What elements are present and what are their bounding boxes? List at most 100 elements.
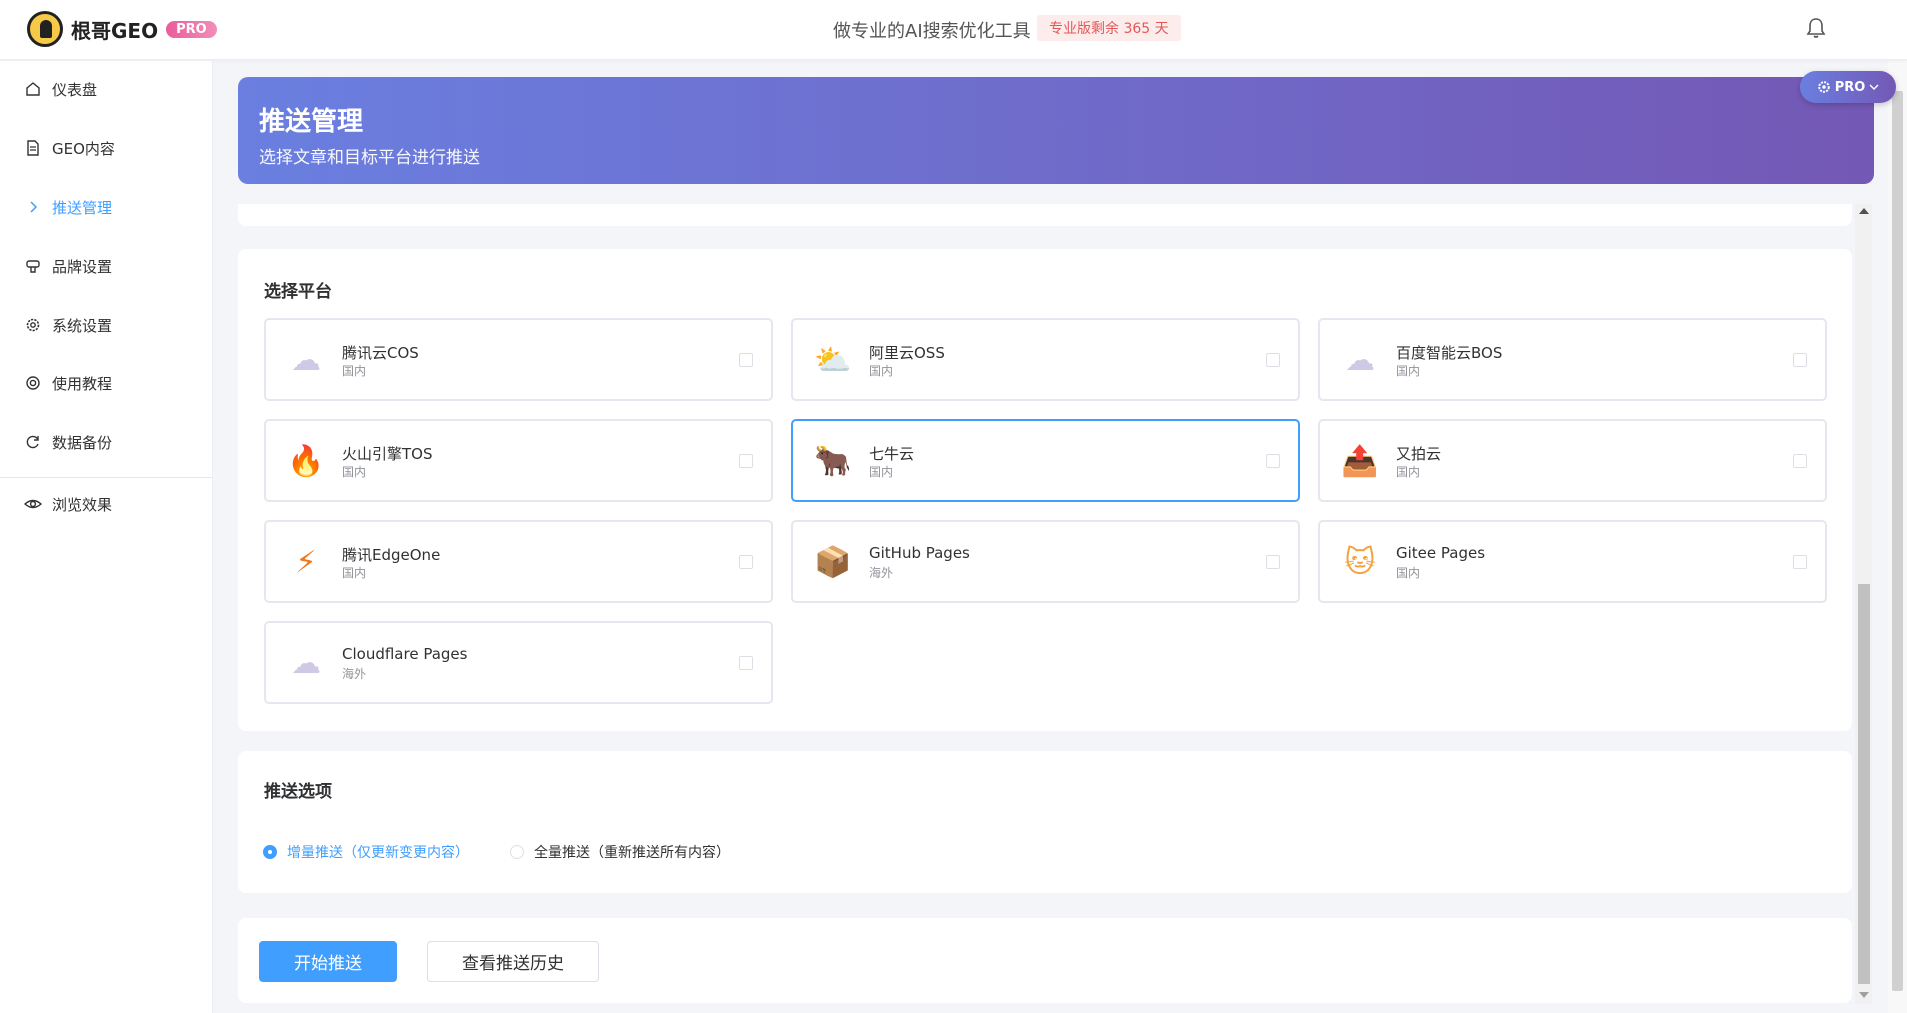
ox-icon: 🐂: [814, 443, 852, 479]
platform-region: 国内: [342, 566, 367, 580]
cloud-icon: ☁: [291, 342, 321, 378]
incremental-push-label: 增量推送（仅更新变更内容）: [287, 845, 469, 861]
platform-option[interactable]: ⛅ 阿里云OSS 国内: [791, 318, 1300, 401]
logo[interactable]: 根哥GEO PRO: [27, 11, 217, 47]
app-name: 根哥GEO: [71, 18, 159, 43]
sidebar-item-browse-effect[interactable]: 浏览效果: [0, 484, 212, 524]
scroll-up-arrow-icon[interactable]: [1859, 208, 1869, 214]
platform-name: 又拍云: [1396, 445, 1442, 463]
platform-option[interactable]: 📦 GitHub Pages 海外: [791, 520, 1300, 603]
platform-checkbox[interactable]: [1793, 555, 1807, 569]
platform-option[interactable]: ☁ Cloudflare Pages 海外: [264, 621, 773, 704]
sidebar-item-label: 仪表盘: [52, 80, 98, 99]
gear-icon: [24, 316, 42, 334]
refresh-icon: [24, 433, 42, 451]
chevron-down-icon: [1869, 84, 1879, 90]
cat-icon: 🐱: [1344, 544, 1376, 580]
platform-checkbox[interactable]: [1266, 555, 1280, 569]
logo-icon: [27, 11, 63, 47]
sidebar-item-geo-content[interactable]: GEO内容: [0, 128, 212, 168]
full-push-label: 全量推送（重新推送所有内容）: [534, 845, 730, 861]
platform-name: Gitee Pages: [1396, 544, 1486, 562]
platform-region: 国内: [1396, 364, 1421, 378]
push-history-button[interactable]: 查看推送历史: [427, 941, 599, 982]
full-push-radio[interactable]: 全量推送（重新推送所有内容）: [510, 842, 730, 862]
sidebar-item-label: 品牌设置: [52, 257, 113, 276]
help-ring-icon: [24, 374, 42, 392]
page-scrollbar[interactable]: [1888, 61, 1907, 1013]
document-icon: [24, 139, 42, 157]
incremental-push-radio[interactable]: 增量推送（仅更新变更内容）: [263, 842, 469, 862]
sidebar-item-label: GEO内容: [52, 139, 115, 158]
platform-name: Cloudflare Pages: [342, 645, 468, 663]
platform-option[interactable]: ⚡ 腾讯EdgeOne 国内: [264, 520, 773, 603]
brand-icon: [24, 257, 42, 275]
platform-checkbox[interactable]: [739, 656, 753, 670]
platform-region: 国内: [869, 364, 894, 378]
platform-option[interactable]: 🐱 Gitee Pages 国内: [1318, 520, 1827, 603]
package-icon: 📦: [814, 544, 852, 580]
sidebar-item-tutorial[interactable]: 使用教程: [0, 363, 212, 403]
fire-icon: 🔥: [287, 443, 325, 479]
sidebar-item-label: 推送管理: [52, 198, 113, 217]
platform-name: 腾讯云COS: [342, 344, 419, 362]
platform-option[interactable]: 🐂 七牛云 国内: [791, 419, 1300, 502]
platform-region: 国内: [869, 465, 894, 479]
platform-region: 国内: [342, 364, 367, 378]
platform-name: 百度智能云BOS: [1396, 344, 1503, 362]
sidebar-item-label: 浏览效果: [52, 495, 113, 514]
platform-checkbox[interactable]: [739, 555, 753, 569]
scroll-thumb[interactable]: [1858, 584, 1870, 984]
pro-settings-button[interactable]: PRO: [1800, 71, 1896, 103]
content-scrollbar[interactable]: [1855, 204, 1872, 1004]
platform-checkbox[interactable]: [1266, 454, 1280, 468]
start-push-button[interactable]: 开始推送: [259, 941, 397, 982]
pro-label: PRO: [1834, 79, 1866, 95]
eye-icon: [24, 495, 42, 513]
chevron-right-icon: [24, 198, 42, 216]
sidebar-item-data-backup[interactable]: 数据备份: [0, 422, 212, 462]
platform-region: 国内: [342, 465, 367, 479]
top-bar: 根哥GEO PRO 做专业的AI搜索优化工具 专业版剩余 365 天: [0, 0, 1907, 60]
platform-checkbox[interactable]: [1793, 454, 1807, 468]
platform-region: 国内: [1396, 465, 1421, 479]
upload-tray-icon: 📤: [1341, 443, 1379, 479]
platform-option[interactable]: 🔥 火山引擎TOS 国内: [264, 419, 773, 502]
page-subtitle: 选择文章和目标平台进行推送: [259, 148, 480, 168]
push-options-card: 推送选项 增量推送（仅更新变更内容） 全量推送（重新推送所有内容）: [238, 751, 1852, 893]
platform-checkbox[interactable]: [1793, 353, 1807, 367]
bell-icon[interactable]: [1806, 17, 1826, 39]
platform-region: 海外: [869, 566, 894, 580]
platform-option[interactable]: 📤 又拍云国内: [1318, 419, 1827, 502]
sidebar-item-label: 数据备份: [52, 433, 113, 452]
platform-checkbox[interactable]: [1266, 353, 1280, 367]
slogan: 做专业的AI搜索优化工具: [833, 21, 1031, 42]
platform-checkbox[interactable]: [739, 353, 753, 367]
platform-name: 阿里云OSS: [869, 344, 945, 362]
sidebar-item-brand-settings[interactable]: 品牌设置: [0, 246, 212, 286]
cloud-icon: ☁: [291, 645, 321, 681]
platform-region: 海外: [342, 667, 367, 681]
page-title: 推送管理: [259, 107, 364, 137]
platform-region: 国内: [1396, 566, 1421, 580]
sidebar-item-label: 使用教程: [52, 374, 113, 393]
platform-name: GitHub Pages: [869, 544, 970, 562]
sidebar-item-push-management[interactable]: 推送管理: [0, 187, 212, 227]
radio-dot: [510, 845, 524, 859]
page-header-banner: 推送管理 选择文章和目标平台进行推送: [238, 77, 1874, 184]
scroll-down-arrow-icon[interactable]: [1859, 992, 1869, 998]
platform-option[interactable]: ☁ 百度智能云BOS 国内: [1318, 318, 1827, 401]
home-icon: [24, 80, 42, 98]
sidebar-item-system-settings[interactable]: 系统设置: [0, 305, 212, 345]
sidebar-item-dashboard[interactable]: 仪表盘: [0, 69, 212, 109]
sun-cloud-icon: ⛅: [814, 342, 852, 378]
push-options-title: 推送选项: [264, 782, 332, 802]
sidebar-divider: [0, 477, 212, 478]
sidebar: 仪表盘 GEO内容 推送管理 品牌设置 系统设置 使用教程 数据备份 浏览效果: [0, 61, 213, 1013]
page-scroll-thumb[interactable]: [1892, 91, 1903, 991]
platform-name: 腾讯EdgeOne: [342, 546, 441, 564]
platform-option[interactable]: ☁ 腾讯云COS 国内: [264, 318, 773, 401]
platform-checkbox[interactable]: [739, 454, 753, 468]
sidebar-item-label: 系统设置: [52, 316, 113, 335]
lightning-icon: ⚡: [295, 544, 317, 580]
